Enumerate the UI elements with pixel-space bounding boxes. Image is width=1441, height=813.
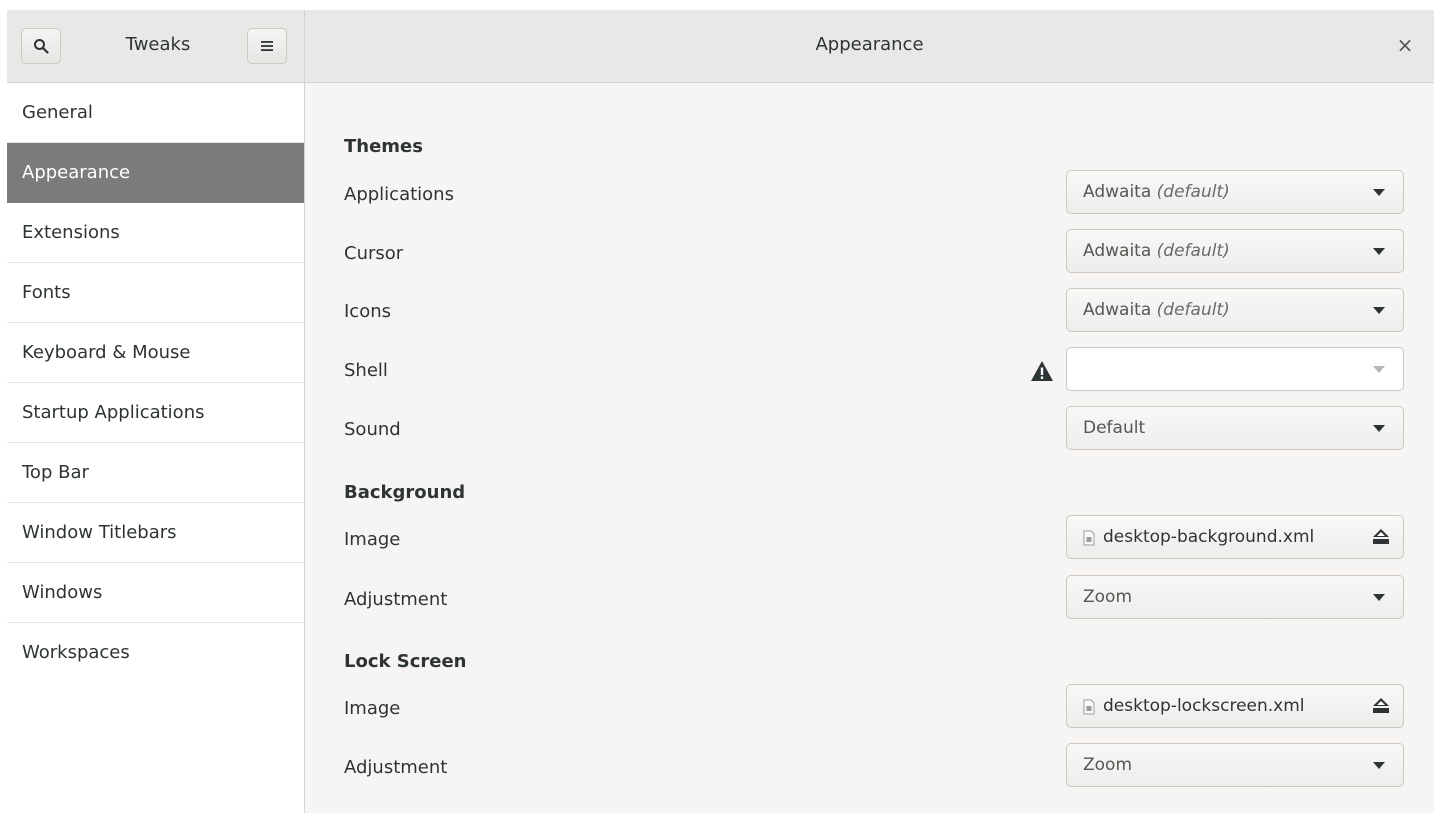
background-image-chooser[interactable]: desktop-background.xml [1066,515,1404,559]
chevron-down-icon [1373,307,1385,314]
main-menu-button[interactable] [247,28,287,64]
sidebar-item-general[interactable]: General [7,83,304,143]
page-title: Appearance [815,34,924,55]
content-header: Appearance × [305,10,1434,83]
background-image-label: Image [344,529,401,550]
sidebar-item-windows[interactable]: Windows [7,563,304,623]
sound-label: Sound [344,419,401,440]
tweaks-window: Tweaks Appearance × General Appearance E… [7,10,1434,813]
sidebar-item-keyboard-mouse[interactable]: Keyboard & Mouse [7,323,304,383]
sidebar-item-startup-applications[interactable]: Startup Applications [7,383,304,443]
background-adjustment-dropdown[interactable]: Zoom [1066,575,1404,619]
header-bar: Tweaks Appearance × [7,10,1434,83]
icons-theme-value: Adwaita (default) [1083,300,1230,320]
lock-screen-adjustment-label: Adjustment [344,757,448,778]
background-adjustment-label: Adjustment [344,589,448,610]
file-icon [1083,530,1095,546]
close-icon: × [1396,33,1414,57]
sidebar: General Appearance Extensions Fonts Keyb… [7,83,305,813]
applications-label: Applications [344,184,454,205]
sound-theme-value: Default [1083,418,1146,438]
themes-heading: Themes [344,136,423,157]
background-heading: Background [344,482,466,503]
sidebar-item-workspaces[interactable]: Workspaces [7,623,304,683]
hamburger-menu-icon [261,41,273,51]
sidebar-item-top-bar[interactable]: Top Bar [7,443,304,503]
warning-icon [1031,361,1053,381]
file-icon [1083,699,1095,715]
lock-screen-image-filename: desktop-lockscreen.xml [1103,696,1305,716]
chevron-down-icon [1373,425,1385,432]
chevron-down-icon [1373,594,1385,601]
chevron-down-icon [1373,366,1385,373]
sidebar-header: Tweaks [7,10,305,83]
app-title: Tweaks [125,34,191,55]
search-icon [34,39,49,54]
background-adjustment-value: Zoom [1083,587,1133,607]
eject-icon [1373,529,1389,544]
lock-screen-image-chooser[interactable]: desktop-lockscreen.xml [1066,684,1404,728]
sidebar-item-extensions[interactable]: Extensions [7,203,304,263]
lock-screen-adjustment-dropdown[interactable]: Zoom [1066,743,1404,787]
icons-theme-dropdown[interactable]: Adwaita (default) [1066,288,1404,332]
sound-theme-dropdown[interactable]: Default [1066,406,1404,450]
chevron-down-icon [1373,762,1385,769]
search-button[interactable] [21,28,61,64]
sidebar-item-fonts[interactable]: Fonts [7,263,304,323]
sidebar-item-appearance[interactable]: Appearance [7,143,304,203]
shell-label: Shell [344,360,388,381]
shell-theme-dropdown[interactable] [1066,347,1404,391]
appearance-panel: Themes Applications Adwaita (default) Cu… [306,83,1434,813]
cursor-theme-dropdown[interactable]: Adwaita (default) [1066,229,1404,273]
lock-screen-image-label: Image [344,698,401,719]
lock-screen-heading: Lock Screen [344,651,467,672]
eject-icon [1373,698,1389,713]
chevron-down-icon [1373,248,1385,255]
icons-label: Icons [344,301,392,322]
cursor-theme-value: Adwaita (default) [1083,241,1230,261]
chevron-down-icon [1373,189,1385,196]
lock-screen-adjustment-value: Zoom [1083,755,1133,775]
sidebar-item-window-titlebars[interactable]: Window Titlebars [7,503,304,563]
applications-theme-value: Adwaita (default) [1083,182,1230,202]
background-image-filename: desktop-background.xml [1103,527,1315,547]
close-button[interactable]: × [1392,32,1418,58]
cursor-label: Cursor [344,243,404,264]
applications-theme-dropdown[interactable]: Adwaita (default) [1066,170,1404,214]
